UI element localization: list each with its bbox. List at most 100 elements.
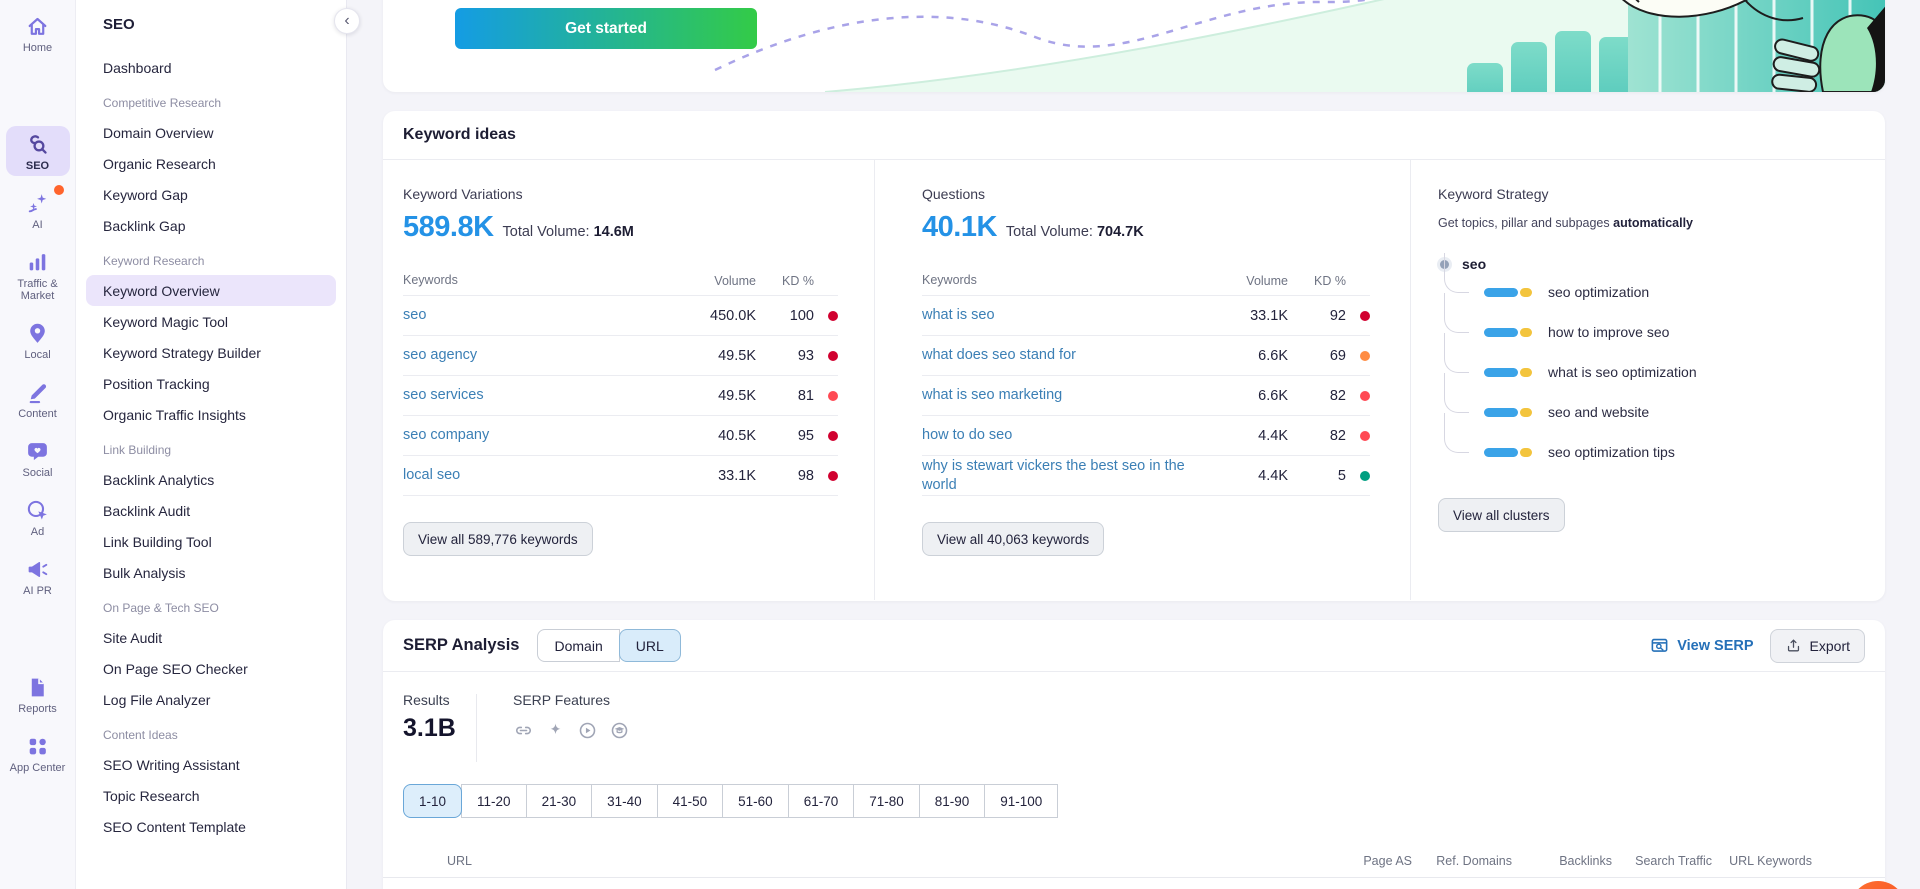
serp-page-button[interactable]: 41-50	[657, 784, 724, 818]
table-row: seo agency 49.5K 93	[403, 336, 838, 376]
serp-page-button[interactable]: 21-30	[526, 784, 593, 818]
rail-item[interactable]: AI	[6, 185, 70, 235]
sidebar-item[interactable]: Organic Research	[76, 148, 346, 179]
knowledge-panel-icon[interactable]	[609, 720, 630, 741]
sidebar-item[interactable]: SEO Writing Assistant	[76, 749, 346, 780]
table-row: seo company 40.5K 95	[403, 416, 838, 456]
rail-item-label: AI	[32, 219, 42, 231]
cluster-item[interactable]: seo and website	[1444, 392, 1855, 432]
sidebar-item[interactable]: Keyword Overview	[86, 275, 336, 306]
sidebar-collapse-button[interactable]: ‹	[334, 8, 360, 34]
sidebar-group: Competitive Research Domain Overview Org…	[76, 96, 346, 241]
keyword-link[interactable]: what does seo stand for	[922, 346, 1212, 364]
toggle-option-button[interactable]: Domain	[537, 629, 619, 662]
rail-item[interactable]	[6, 610, 70, 660]
sidebar-item-label: Link Building Tool	[103, 534, 212, 550]
kd-value: 92	[1288, 308, 1346, 324]
serp-page-button[interactable]: 91-100	[984, 784, 1058, 818]
serp-page-button[interactable]: 81-90	[919, 784, 986, 818]
serp-page-button[interactable]: 51-60	[722, 784, 789, 818]
sidebar-item[interactable]: On Page SEO Checker	[76, 653, 346, 684]
rail-item[interactable]: Local	[6, 315, 70, 365]
toggle-option-button[interactable]: URL	[619, 629, 681, 662]
domain-url-toggle: Domain URL	[537, 629, 680, 662]
keyword-link[interactable]: what is seo marketing	[922, 386, 1212, 404]
sidebar-item-label: On Page SEO Checker	[103, 661, 248, 677]
keyword-link[interactable]: seo	[403, 306, 680, 324]
sidebar-item[interactable]: Keyword Magic Tool	[76, 306, 346, 337]
keyword-link[interactable]: how to do seo	[922, 426, 1212, 444]
keyword-link[interactable]: local seo	[403, 466, 680, 484]
table-row: what is seo marketing 6.6K 82	[922, 376, 1370, 416]
sidebar-item-label: Topic Research	[103, 788, 200, 804]
cluster-pill-icon	[1484, 328, 1532, 337]
rail-item[interactable]	[6, 67, 70, 117]
sitelinks-icon[interactable]	[513, 720, 534, 741]
sidebar-item[interactable]: Backlink Analytics	[76, 464, 346, 495]
rail-item[interactable]: SEO	[6, 126, 70, 176]
sidebar-item[interactable]: SEO Content Template	[76, 811, 346, 842]
kd-column-header: KD %	[756, 274, 814, 288]
local-pin-icon	[25, 321, 50, 346]
cluster-item[interactable]: how to improve seo	[1444, 312, 1855, 352]
view-all-questions-button[interactable]: View all 40,063 keywords	[922, 522, 1104, 556]
sidebar-item[interactable]: Link Building Tool	[76, 526, 346, 557]
variations-summary: 589.8K Total Volume:14.6M	[403, 211, 838, 244]
serp-page-button[interactable]: 31-40	[591, 784, 658, 818]
sidebar-item[interactable]: Dashboard	[76, 52, 346, 83]
sidebar-item-label: Keyword Overview	[103, 283, 220, 299]
keyword-link[interactable]: seo company	[403, 426, 680, 444]
keyword-link[interactable]: why is stewart vickers the best seo in t…	[922, 457, 1212, 493]
sidebar-item[interactable]: Site Audit	[76, 622, 346, 653]
sidebar-item[interactable]: Position Tracking	[76, 368, 346, 399]
rail-item[interactable]: Traffic & Market	[6, 244, 70, 306]
sidebar-group-header: Competitive Research	[76, 96, 346, 117]
cluster-item[interactable]: seo optimization	[1444, 272, 1855, 312]
keyword-link[interactable]: seo agency	[403, 346, 680, 364]
volume-column-header: Volume	[1212, 274, 1288, 288]
sidebar-item[interactable]: Backlink Audit	[76, 495, 346, 526]
rail-item[interactable]: Content	[6, 374, 70, 424]
view-serp-button[interactable]: View SERP	[1650, 636, 1753, 655]
rail-item[interactable]: Home	[6, 8, 70, 58]
get-started-button[interactable]: Get started	[455, 8, 757, 49]
questions-count: 40.1K	[922, 211, 997, 244]
serp-page-button[interactable]: 61-70	[788, 784, 855, 818]
rail-item-label: AI PR	[23, 585, 52, 597]
keyword-link[interactable]: seo services	[403, 386, 680, 404]
export-button[interactable]: Export	[1770, 629, 1865, 663]
keyword-link[interactable]: what is seo	[922, 306, 1212, 324]
serp-page-button[interactable]: 1-10	[403, 784, 462, 818]
sidebar-item[interactable]: Bulk Analysis	[76, 557, 346, 588]
sidebar-item[interactable]: Backlink Gap	[76, 210, 346, 241]
serp-page-button[interactable]: 71-80	[853, 784, 920, 818]
rail-item[interactable]: Reports	[6, 669, 70, 719]
cluster-root[interactable]: seo	[1438, 256, 1855, 272]
video-icon[interactable]	[577, 720, 598, 741]
social-heart-icon	[25, 439, 50, 464]
sidebar-item[interactable]: Domain Overview	[76, 117, 346, 148]
kd-dot	[1360, 471, 1370, 481]
view-all-variations-button[interactable]: View all 589,776 keywords	[403, 522, 593, 556]
cluster-pill-icon	[1484, 288, 1532, 297]
sidebar-item[interactable]: Log File Analyzer	[76, 684, 346, 715]
rail-item[interactable]: App Center	[6, 728, 70, 778]
serp-table-row: AI Overview (5 links)	[383, 878, 1885, 889]
serp-page-button[interactable]: 11-20	[461, 784, 527, 818]
rail-item[interactable]: Ad	[6, 492, 70, 542]
view-all-clusters-button[interactable]: View all clusters	[1438, 498, 1565, 532]
rail-item-label: App Center	[10, 762, 66, 774]
cluster-item[interactable]: seo optimization tips	[1444, 432, 1855, 472]
kd-value: 93	[756, 348, 814, 364]
sidebar-item[interactable]: Keyword Gap	[76, 179, 346, 210]
rail-item[interactable]: Social	[6, 433, 70, 483]
sidebar-item-label: Organic Traffic Insights	[103, 407, 246, 423]
sidebar-item[interactable]: Keyword Strategy Builder	[76, 337, 346, 368]
sidebar-item[interactable]: Organic Traffic Insights	[76, 399, 346, 430]
rail-item[interactable]: AI PR	[6, 551, 70, 601]
instant-answer-icon[interactable]	[545, 720, 566, 741]
cluster-item-label: seo optimization tips	[1548, 444, 1675, 460]
sidebar-item[interactable]: Topic Research	[76, 780, 346, 811]
cluster-item[interactable]: what is seo optimization	[1444, 352, 1855, 392]
kd-value: 82	[1288, 388, 1346, 404]
